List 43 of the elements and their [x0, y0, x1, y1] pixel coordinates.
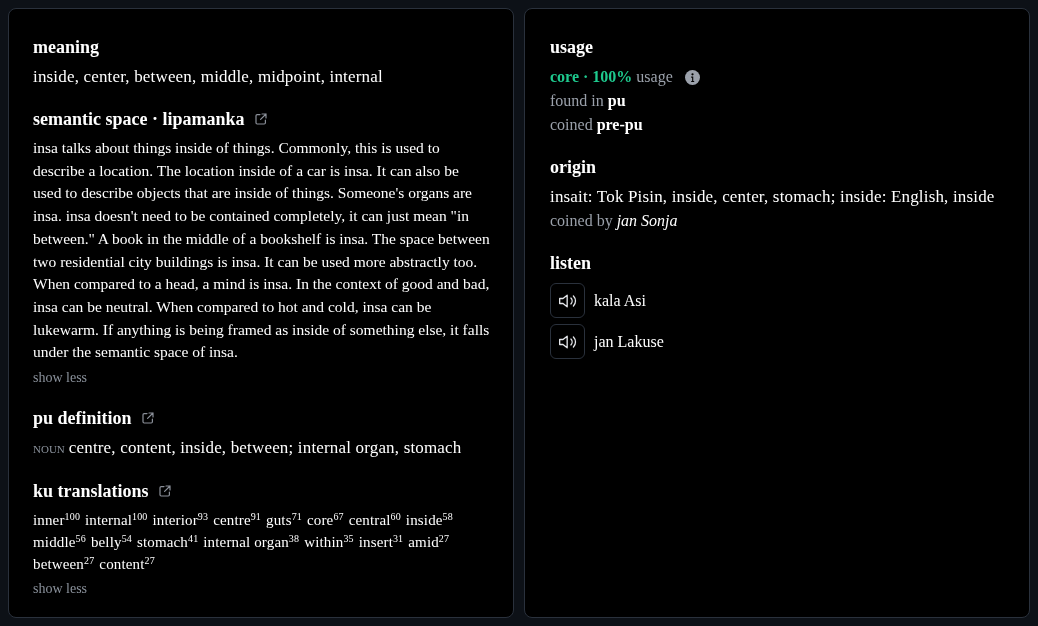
show-less-link[interactable]: show less — [33, 368, 88, 389]
play-audio-button[interactable] — [550, 283, 585, 318]
translation-word: between$^{27}$ — [33, 554, 95, 575]
translation-word: internal organ$^{38}$ — [203, 532, 300, 553]
section-heading: listen — [550, 252, 591, 275]
definition-text: centre, content, inside, between; internal organ, stomach — [68, 437, 462, 460]
semantic-space-text: insa talks about things inside of things. Commonly, this is used to describe a location. The location inside of a car is insa. It can also be used to describe objects that are inside of things. Someone's organs are insa. insa doesn't need to be contained completely, it can just mean "in between." A book in the middle of a bookshelf is insa. The space between two residential city buildings is insa. It can be used more abstractly too. When compared to a head, a mind is insa. In the context of good and bad, insa can be neutral. When compared to hot and cold, insa can be lukewarm. If anything is being framed as inside of something else, it falls under the semantic space of insa. — [33, 138, 491, 363]
usage-fact: found in pu — [550, 91, 626, 112]
usage-category: core · 100% usage — [550, 67, 673, 88]
translation-word: amid$^{27}$ — [408, 532, 450, 553]
section-heading: pu definition — [33, 407, 132, 431]
info-icon[interactable] — [684, 69, 700, 85]
external-link-icon[interactable] — [141, 412, 154, 425]
usage-fact: coined pre-pu — [550, 115, 643, 136]
external-link-icon[interactable] — [254, 113, 267, 125]
section-heading: meaning — [33, 36, 99, 59]
section-heading: usage — [550, 36, 593, 59]
origin-text: insait: Tok Pisin, inside, center, stomach; inside: English, inside — [550, 186, 996, 208]
translation-word: middle$^{56}$ — [33, 532, 86, 553]
translation-word: content$^{27}$ — [99, 554, 155, 575]
section-heading: semantic space · lipamanka — [33, 108, 245, 131]
translation-word: centre$^{91}$ — [213, 510, 262, 531]
section-heading: origin — [550, 156, 596, 179]
meaning-text: inside, center, between, middle, midpoint, internal — [33, 66, 384, 88]
translation-word: internal$^{100}$ — [85, 510, 148, 531]
translation-word: guts$^{71}$ — [266, 510, 302, 531]
external-link-icon[interactable] — [158, 485, 171, 498]
translation-word: central$^{60}$ — [348, 510, 401, 531]
translation-word: inside$^{58}$ — [405, 510, 453, 531]
play-audio-button[interactable] — [550, 324, 585, 359]
section-heading: ku translations — [33, 480, 149, 504]
translation-word: insert$^{31}$ — [358, 532, 404, 553]
translation-word: within$^{35}$ — [304, 532, 354, 553]
coined-by-text: coined by jan Sonja — [550, 211, 678, 232]
translation-word: belly$^{54}$ — [90, 532, 132, 553]
speaker-name: kala Asi — [594, 290, 646, 311]
show-less-link[interactable]: show less — [33, 579, 88, 600]
translation-word: interior$^{93}$ — [152, 510, 209, 531]
translation-word: core$^{67}$ — [306, 510, 344, 531]
translation-word: stomach$^{41}$ — [136, 532, 199, 553]
translation-word: inner$^{100}$ — [33, 510, 81, 531]
speaker-name: jan Lakuse — [594, 331, 664, 353]
part-of-speech-label: NOUN — [33, 442, 65, 458]
